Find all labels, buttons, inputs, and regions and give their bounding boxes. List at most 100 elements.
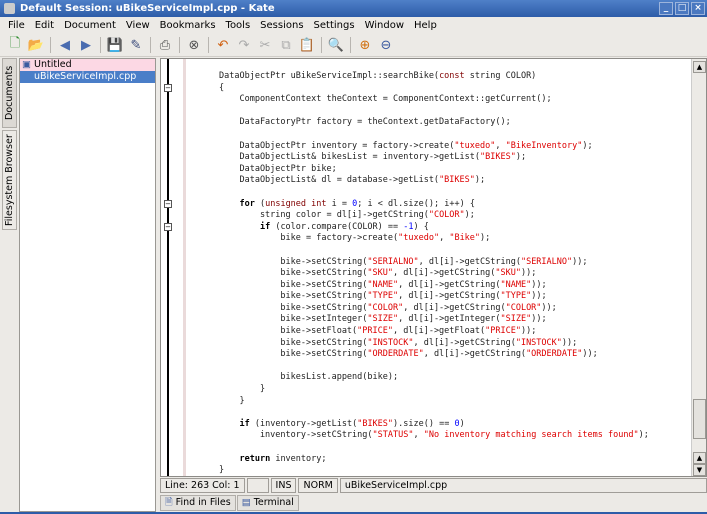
title-bar: Default Session: uBikeServiceImpl.cpp - … [0,0,707,17]
fold-toggle-icon[interactable]: − [164,200,172,208]
code-token: bike->setCString( [219,302,368,313]
code-token: (inventory->getList( [249,418,358,429]
code-token: , dl[i]->getCString( [413,337,516,348]
new-document-icon[interactable]: 🗋 [6,36,24,54]
code-token: inventory; [270,453,327,464]
scroll-up-button[interactable]: ▲ [693,452,706,464]
menu-file[interactable]: File [4,17,29,34]
scrollbar-thumb[interactable] [693,399,706,439]
code-token: "PRICE" [485,326,521,337]
code-token: for [239,198,255,209]
find-icon[interactable]: 🔍 [327,36,345,54]
back-arrow-icon[interactable]: ◀ [56,36,74,54]
menu-help[interactable]: Help [410,17,441,34]
code-line: } [219,384,649,396]
code-token: DataObjectList& dl = database->getList( [219,175,440,186]
code-line: DataObjectPtr uBikeServiceImpl::searchBi… [219,71,649,83]
code-token: (color.compare(COLOR) == [270,221,404,232]
menu-edit[interactable]: Edit [31,17,58,34]
menu-bookmarks[interactable]: Bookmarks [156,17,220,34]
print-icon[interactable]: ⎙ [156,36,174,54]
close-window-button[interactable]: × [691,2,705,15]
tab-documents[interactable]: Documents [2,58,17,128]
code-line: inventory->setCString("STATUS", "No inve… [219,430,649,442]
code-line: if (inventory->getList("BIKES").size() =… [219,419,649,431]
menu-settings[interactable]: Settings [310,17,359,34]
code-token: "COLOR" [367,302,404,313]
code-token: } [219,384,266,395]
scroll-up-button[interactable]: ▲ [693,61,706,73]
code-token: "BIKES" [480,152,516,163]
code-token: , dl[i]->getCString( [393,268,496,279]
vertical-scrollbar[interactable]: ▲ ▲ ▼ [691,59,706,476]
scroll-down-button[interactable]: ▼ [693,464,706,476]
menu-view[interactable]: View [122,17,154,34]
code-token: "SERIALNO" [520,256,573,267]
cut-icon[interactable]: ✂ [256,36,274,54]
code-token: DataObjectList& bikesList = inventory->g… [219,152,480,163]
toolbar-separator [179,37,180,53]
tab-documents-label: Documents [4,65,15,121]
minimize-button[interactable]: _ [659,2,673,15]
maximize-button[interactable]: □ [675,2,689,15]
code-line: bike->setCString("ORDERDATE", dl[i]->get… [219,349,649,361]
fold-toggle-icon[interactable]: − [164,84,172,92]
cursor-position: Line: 263 Col: 1 [160,478,245,493]
code-line: bikesList.append(bike); [219,372,649,384]
save-icon[interactable]: 💾 [106,36,124,54]
document-name: uBikeServiceImpl.cpp [34,71,137,82]
save-as-icon[interactable]: ✎ [127,36,145,54]
tab-terminal[interactable]: ▤ Terminal [236,495,299,511]
code-token: , dl[i]->getFloat( [393,326,486,337]
code-token: bike->setCString( [219,268,368,279]
tab-label: Terminal [253,497,294,508]
menu-tools[interactable]: Tools [222,17,255,34]
code-token: inventory->setCString( [219,430,373,441]
redo-icon[interactable]: ↷ [235,36,253,54]
modified-indicator [246,478,269,493]
document-item-ubikeserviceimpl[interactable]: uBikeServiceImpl.cpp [20,71,155,83]
kate-app-icon[interactable] [4,3,15,14]
code-line: ComponentContext theContext = ComponentC… [219,94,649,106]
fold-toggle-icon[interactable]: − [164,223,172,231]
code-token: )); [572,256,588,267]
code-token: "SKU" [495,268,521,279]
tab-find-in-files[interactable]: 🗎 Find in Files [160,495,236,511]
document-icon: ▣ [22,59,31,70]
zoom-out-icon[interactable]: ⊖ [377,36,395,54]
code-token: ) [459,418,465,429]
menu-document[interactable]: Document [60,17,120,34]
copy-icon[interactable]: ⧉ [277,36,295,54]
document-item-untitled[interactable]: ▣ Untitled [20,59,155,71]
paste-icon[interactable]: 📋 [298,36,316,54]
forward-arrow-icon[interactable]: ▶ [77,36,95,54]
menu-sessions[interactable]: Sessions [256,17,307,34]
code-text[interactable]: DataObjectPtr uBikeServiceImpl::searchBi… [219,71,649,476]
insert-mode[interactable]: INS [270,478,297,493]
undo-icon[interactable]: ↶ [214,36,232,54]
code-token: )); [520,268,537,279]
tab-filesystem-label: Filesystem Browser [4,134,15,226]
tab-label: Find in Files [175,497,231,508]
code-token: )); [531,314,547,325]
tab-filesystem-browser[interactable]: Filesystem Browser [2,130,17,230]
code-token: "COLOR" [428,210,465,221]
zoom-in-icon[interactable]: ⊕ [356,36,374,54]
code-token: "ORDERDATE" [367,349,424,360]
toolbar-separator [350,37,351,53]
document-list: ▣ Untitled uBikeServiceImpl.cpp [19,58,156,512]
menu-window[interactable]: Window [361,17,408,34]
close-document-icon[interactable]: ⊗ [185,36,203,54]
open-folder-icon[interactable]: 📂 [27,36,45,54]
code-line: DataObjectPtr inventory = factory->creat… [219,141,649,153]
code-editor[interactable]: − − − DataObjectPtr uBikeServiceImpl::se… [160,58,707,477]
code-token: "INSTOCK" [515,337,562,348]
code-token: ); [464,210,475,221]
input-mode[interactable]: NORM [298,478,338,493]
code-token: )); [541,302,557,313]
window-title: Default Session: uBikeServiceImpl.cpp - … [20,3,275,14]
toolbar-separator [150,37,151,53]
